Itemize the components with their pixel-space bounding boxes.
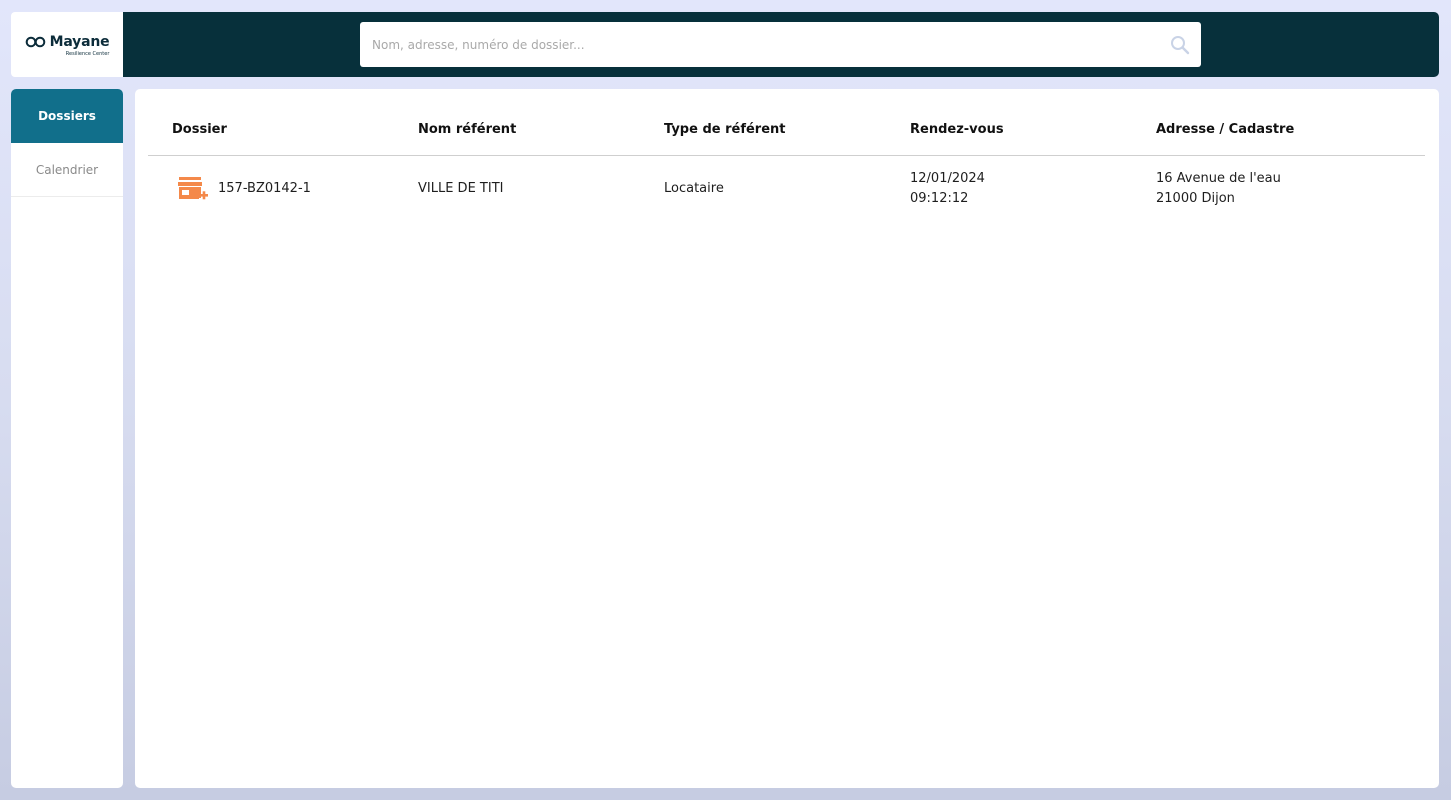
adresse-line1: 16 Avenue de l'eau bbox=[1156, 171, 1281, 186]
dossiers-table: Dossier Nom référent Type de référent Re… bbox=[148, 89, 1425, 222]
logo: Mayane Resilience Center bbox=[25, 33, 110, 57]
rdv-time: 09:12:12 bbox=[910, 191, 969, 206]
search-icon[interactable] bbox=[1169, 34, 1191, 56]
header-adresse-cadastre[interactable]: Adresse / Cadastre bbox=[1156, 122, 1294, 137]
logo-tagline: Resilience Center bbox=[65, 50, 110, 57]
adresse-line2: 21000 Dijon bbox=[1156, 191, 1235, 206]
header-dossier[interactable]: Dossier bbox=[172, 122, 227, 137]
rdv-date: 12/01/2024 bbox=[910, 171, 985, 186]
nom-referent: VILLE DE TITI bbox=[418, 181, 504, 196]
sidebar-item-calendrier[interactable]: Calendrier bbox=[11, 143, 123, 197]
sidebar-item-dossiers[interactable]: Dossiers bbox=[11, 89, 123, 143]
table-row[interactable]: 157-BZ0142-1 VILLE DE TITI Locataire 12/… bbox=[148, 156, 1425, 222]
search-box[interactable] bbox=[360, 22, 1201, 67]
logo-card[interactable]: Mayane Resilience Center bbox=[11, 12, 123, 77]
table-header: Dossier Nom référent Type de référent Re… bbox=[148, 89, 1425, 156]
dossier-number[interactable]: 157-BZ0142-1 bbox=[218, 179, 311, 199]
logo-name: Mayane bbox=[49, 34, 110, 50]
header-nom-referent[interactable]: Nom référent bbox=[418, 122, 516, 137]
search-input[interactable] bbox=[370, 36, 1169, 53]
sidebar: Dossiers Calendrier bbox=[11, 89, 123, 788]
type-referent: Locataire bbox=[664, 181, 724, 196]
infinity-logo-icon bbox=[25, 33, 47, 52]
top-bar bbox=[123, 12, 1439, 77]
header-type-referent[interactable]: Type de référent bbox=[664, 122, 786, 137]
main-panel: Dossier Nom référent Type de référent Re… bbox=[135, 89, 1439, 788]
header-rendez-vous[interactable]: Rendez-vous bbox=[910, 122, 1004, 137]
storefront-add-icon bbox=[178, 176, 210, 204]
sidebar-item-label: Dossiers bbox=[38, 109, 96, 123]
sidebar-item-label: Calendrier bbox=[35, 162, 99, 177]
